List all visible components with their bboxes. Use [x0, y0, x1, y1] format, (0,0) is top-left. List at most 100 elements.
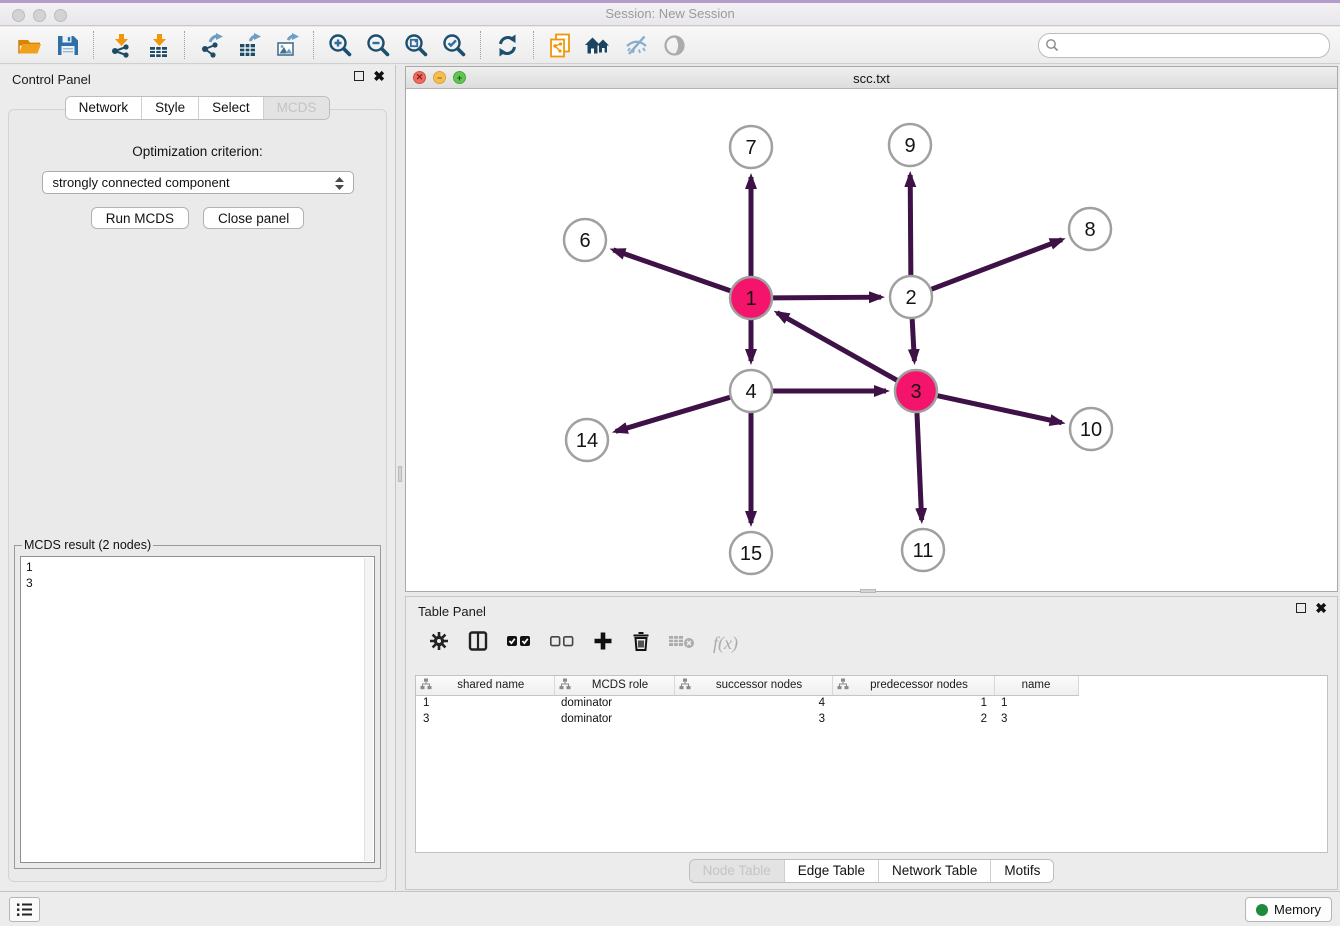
- column-header-filler: [1078, 676, 1327, 695]
- add-row-icon[interactable]: [592, 630, 614, 657]
- column-header-MCDS-role[interactable]: MCDS role: [554, 676, 674, 695]
- node-label-14: 14: [576, 430, 598, 452]
- import-network-icon[interactable]: [101, 30, 139, 61]
- float-table-panel-icon[interactable]: [1296, 603, 1306, 613]
- refresh-layout-icon[interactable]: [488, 30, 526, 61]
- table-row[interactable]: 1dominator411: [416, 695, 1327, 711]
- cell-successor-nodes: 4: [674, 695, 832, 711]
- hide-selected-icon[interactable]: [617, 30, 655, 61]
- title-bar: Session: New Session: [0, 0, 1340, 26]
- network-window-title: scc.txt: [406, 71, 1337, 86]
- column-type-icon: [559, 678, 571, 693]
- node-label-3: 3: [910, 381, 921, 403]
- first-neighbors-icon[interactable]: [579, 30, 617, 61]
- column-header-shared-name[interactable]: shared name: [416, 676, 554, 695]
- node-table[interactable]: shared nameMCDS rolesuccessor nodesprede…: [415, 675, 1328, 853]
- edge-1-2[interactable]: [773, 297, 881, 298]
- run-mcds-button[interactable]: Run MCDS: [91, 207, 189, 229]
- search-input[interactable]: [1038, 33, 1330, 58]
- table-panel: Table Panel ✖: [405, 596, 1338, 890]
- cell-filler: [1078, 711, 1327, 727]
- edge-2-3[interactable]: [912, 319, 914, 361]
- control-panel-title: Control Panel: [12, 72, 91, 87]
- criterion-value: strongly connected component: [53, 175, 230, 190]
- tab-motifs[interactable]: Motifs: [991, 860, 1053, 882]
- table-panel-title: Table Panel: [418, 604, 486, 619]
- network-view-window: ✕ − + scc.txt 1234678910111415: [405, 66, 1338, 592]
- control-panel: Control Panel ✖ Network Style Select MCD…: [0, 65, 396, 890]
- gear-icon[interactable]: [428, 630, 450, 657]
- main-toolbar: [0, 27, 1340, 64]
- mcds-panel: Optimization criterion: strongly connect…: [8, 109, 387, 882]
- edge-3-10[interactable]: [937, 396, 1061, 423]
- close-table-panel-icon[interactable]: ✖: [1315, 603, 1327, 613]
- new-network-from-selection-icon[interactable]: [541, 30, 579, 61]
- open-session-icon[interactable]: [10, 30, 48, 61]
- edge-2-8[interactable]: [932, 240, 1062, 290]
- tab-mcds[interactable]: MCDS: [264, 97, 330, 119]
- edge-3-1[interactable]: [777, 313, 897, 380]
- tab-select[interactable]: Select: [199, 97, 264, 119]
- delete-table-icon: [668, 632, 696, 655]
- window-accent-line: [0, 0, 1340, 3]
- vertical-splitter-handle[interactable]: [398, 466, 402, 482]
- export-table-icon[interactable]: [230, 30, 268, 61]
- criterion-dropdown[interactable]: strongly connected component: [42, 171, 354, 194]
- column-type-icon: [679, 678, 691, 693]
- mcds-result-textarea[interactable]: 1 3: [20, 556, 375, 863]
- cell-name: 1: [994, 695, 1078, 711]
- memory-label: Memory: [1274, 902, 1321, 917]
- cell-successor-nodes: 3: [674, 711, 832, 727]
- delete-row-icon[interactable]: [631, 630, 651, 657]
- node-label-7: 7: [745, 137, 756, 159]
- cell-name: 3: [994, 711, 1078, 727]
- zoom-selected-icon[interactable]: [435, 30, 473, 61]
- horizontal-splitter-handle[interactable]: [860, 589, 876, 593]
- export-network-icon[interactable]: [192, 30, 230, 61]
- mcds-result-value: 3: [26, 575, 360, 591]
- table-toolbar: f(x): [414, 623, 1329, 663]
- network-canvas[interactable]: 1234678910111415: [406, 89, 1337, 591]
- edge-3-11[interactable]: [917, 413, 922, 520]
- dropdown-stepper-icon: [334, 176, 345, 194]
- node-label-11: 11: [913, 540, 934, 562]
- table-tabbar: Node Table Edge Table Network Table Moti…: [689, 859, 1055, 883]
- table-row[interactable]: 3dominator323: [416, 711, 1327, 727]
- columns-icon[interactable]: [467, 630, 489, 657]
- toolbar-separator: [313, 31, 314, 59]
- cell-MCDS-role: dominator: [554, 711, 674, 727]
- tab-network-table[interactable]: Network Table: [879, 860, 991, 882]
- cell-shared-name: 1: [416, 695, 554, 711]
- tab-network[interactable]: Network: [66, 97, 143, 119]
- task-history-button[interactable]: [9, 897, 40, 922]
- mcds-result-legend: MCDS result (2 nodes): [22, 538, 153, 552]
- import-table-icon[interactable]: [139, 30, 177, 61]
- app-window: Session: New Session: [0, 0, 1340, 926]
- tab-edge-table[interactable]: Edge Table: [785, 860, 879, 882]
- edge-1-6[interactable]: [613, 250, 730, 291]
- toolbar-separator: [184, 31, 185, 59]
- zoom-out-icon[interactable]: [359, 30, 397, 61]
- column-header-predecessor-nodes[interactable]: predecessor nodes: [832, 676, 994, 695]
- select-all-checkboxes-icon[interactable]: [506, 632, 532, 655]
- export-image-icon[interactable]: [268, 30, 306, 61]
- zoom-fit-icon[interactable]: [397, 30, 435, 61]
- tab-style[interactable]: Style: [142, 97, 199, 119]
- column-type-icon: [420, 678, 432, 693]
- float-panel-icon[interactable]: [354, 71, 364, 81]
- column-header-name[interactable]: name: [994, 676, 1078, 695]
- close-panel-icon[interactable]: ✖: [373, 71, 385, 81]
- result-scrollbar[interactable]: [364, 558, 373, 861]
- edge-2-9[interactable]: [910, 175, 911, 275]
- node-label-10: 10: [1080, 419, 1102, 441]
- network-graph[interactable]: 1234678910111415: [406, 89, 1337, 591]
- tab-node-table[interactable]: Node Table: [690, 860, 785, 882]
- column-header-successor-nodes[interactable]: successor nodes: [674, 676, 832, 695]
- close-panel-button[interactable]: Close panel: [203, 207, 304, 229]
- network-window-titlebar[interactable]: ✕ − + scc.txt: [406, 67, 1337, 89]
- zoom-in-icon[interactable]: [321, 30, 359, 61]
- memory-button[interactable]: Memory: [1245, 897, 1332, 922]
- save-session-icon[interactable]: [48, 30, 86, 61]
- edge-4-14[interactable]: [616, 397, 730, 431]
- deselect-all-checkboxes-icon[interactable]: [549, 632, 575, 655]
